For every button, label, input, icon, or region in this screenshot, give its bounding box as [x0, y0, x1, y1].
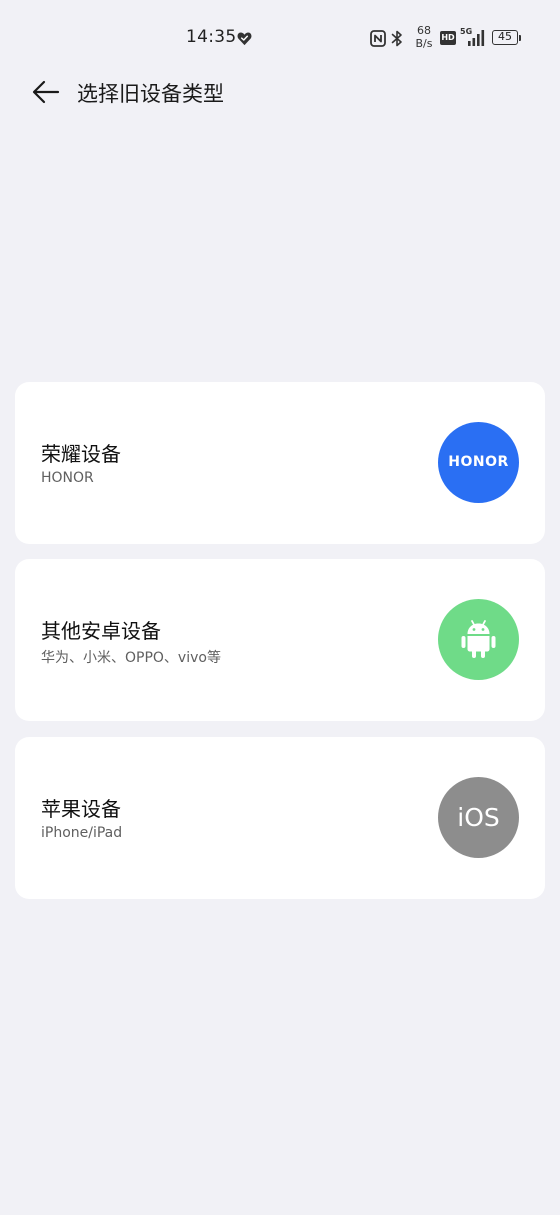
ios-logo-text: iOS — [457, 803, 500, 832]
back-button[interactable] — [24, 70, 68, 114]
battery-icon: 45 — [492, 30, 518, 45]
status-time: 14:35 — [186, 27, 237, 47]
signal-icon — [468, 30, 485, 46]
hd-badge: HD — [440, 31, 456, 45]
status-bar: 14:35 68 B/s HD 5G 45 — [0, 0, 560, 76]
android-logo-badge — [438, 599, 519, 680]
device-card-apple[interactable]: 苹果设备 iPhone/iPad iOS — [15, 737, 545, 899]
page-title: 选择旧设备类型 — [77, 82, 224, 106]
device-card-android[interactable]: 其他安卓设备 华为、小米、OPPO、vivo等 — [15, 559, 545, 721]
device-title: 其他安卓设备 — [41, 619, 161, 643]
bluetooth-icon — [391, 30, 402, 47]
honor-logo-badge: HONOR — [438, 422, 519, 503]
device-subtitle: iPhone/iPad — [41, 825, 123, 841]
battery-level: 45 — [498, 30, 512, 43]
device-subtitle: HONOR — [41, 470, 94, 486]
nfc-icon — [370, 30, 386, 47]
honor-logo-text: HONOR — [448, 454, 509, 470]
network-speed-value: 68 — [417, 24, 431, 37]
network-speed-unit: B/s — [415, 37, 433, 50]
arrow-left-icon — [32, 80, 60, 104]
battery-nub — [519, 35, 521, 41]
device-title: 苹果设备 — [41, 797, 121, 821]
device-title: 荣耀设备 — [41, 442, 121, 466]
device-subtitle: 华为、小米、OPPO、vivo等 — [41, 650, 221, 666]
ios-logo-badge: iOS — [438, 777, 519, 858]
network-speed: 68 B/s — [412, 24, 436, 50]
android-icon — [461, 620, 496, 658]
device-card-honor[interactable]: 荣耀设备 HONOR HONOR — [15, 382, 545, 544]
heart-shield-icon — [237, 32, 252, 46]
